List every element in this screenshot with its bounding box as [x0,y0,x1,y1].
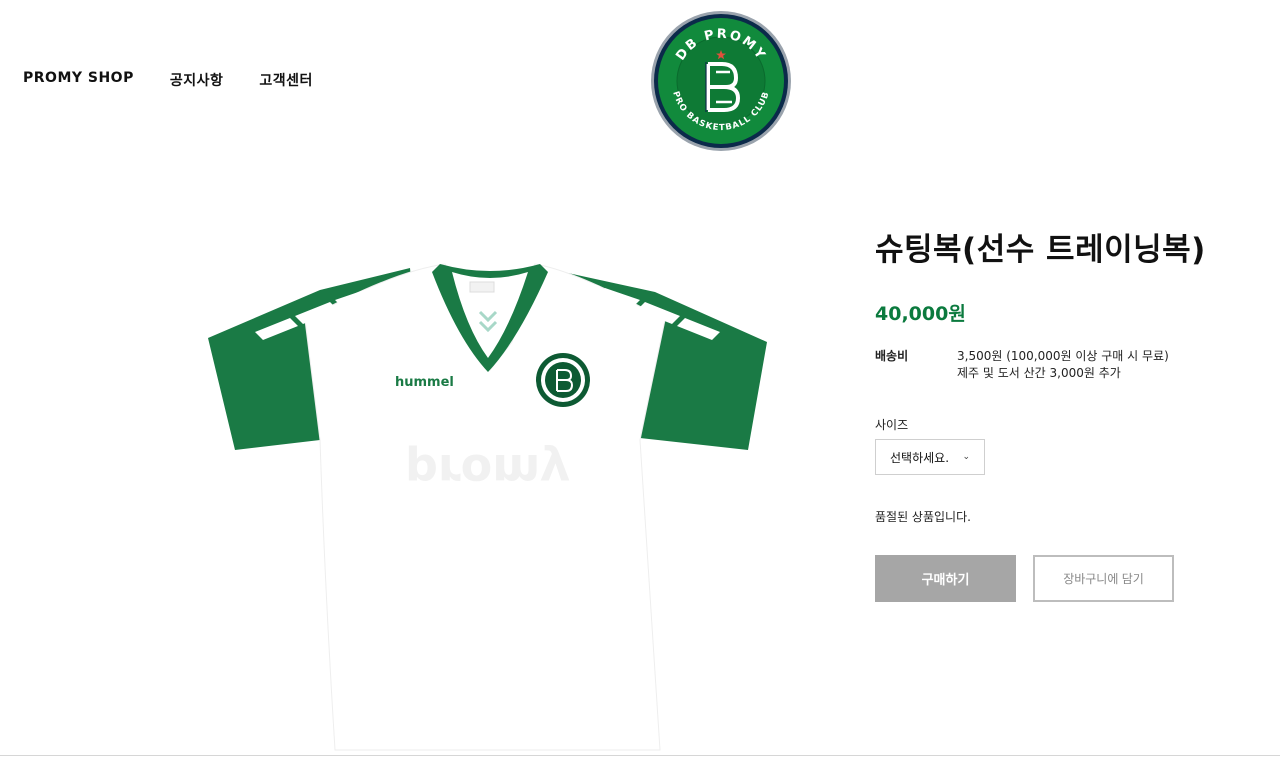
product-title: 슈팅복(선수 트레이닝복) [875,232,1206,268]
buy-button[interactable]: 구매하기 [875,555,1016,602]
size-label: 사이즈 [875,418,909,432]
product-price: 40,000원 [875,303,966,325]
shipping-label: 배송비 [875,349,909,363]
product-image: hummel promy [208,263,767,751]
shipping-info: 배송비 3,500원 (100,000원 이상 구매 시 무료) 제주 및 도서… [875,348,1265,382]
bottom-divider [0,755,1280,756]
size-select-value: 선택하세요. [890,450,950,465]
size-select[interactable]: 선택하세요. ⌄ [875,439,985,475]
nav-item-notice[interactable]: 공지사항 [170,70,224,90]
jersey-brand-text: hummel [395,375,454,390]
soldout-message: 품절된 상품입니다. [875,510,971,524]
svg-text:promy: promy [405,444,570,498]
product-info: 슈팅복(선수 트레이닝복) 40,000원 배송비 3,500원 (100,00… [875,228,1265,602]
add-to-cart-button[interactable]: 장바구니에 담기 [1033,555,1174,602]
shipping-fee-text: 3,500원 (100,000원 이상 구매 시 무료) [957,349,1169,363]
nav-item-promy-shop[interactable]: PROMY SHOP [23,70,134,90]
club-logo[interactable]: DB PROMY PRO BASKETBALL CLUB [650,10,792,152]
nav-item-customer-center[interactable]: 고객센터 [259,70,313,90]
main-nav: PROMY SHOP 공지사항 고객센터 [23,70,313,90]
chevron-down-icon: ⌄ [962,452,970,462]
action-buttons: 구매하기 장바구니에 담기 [875,555,1265,602]
shipping-extra-text: 제주 및 도서 산간 3,000원 추가 [957,366,1121,380]
